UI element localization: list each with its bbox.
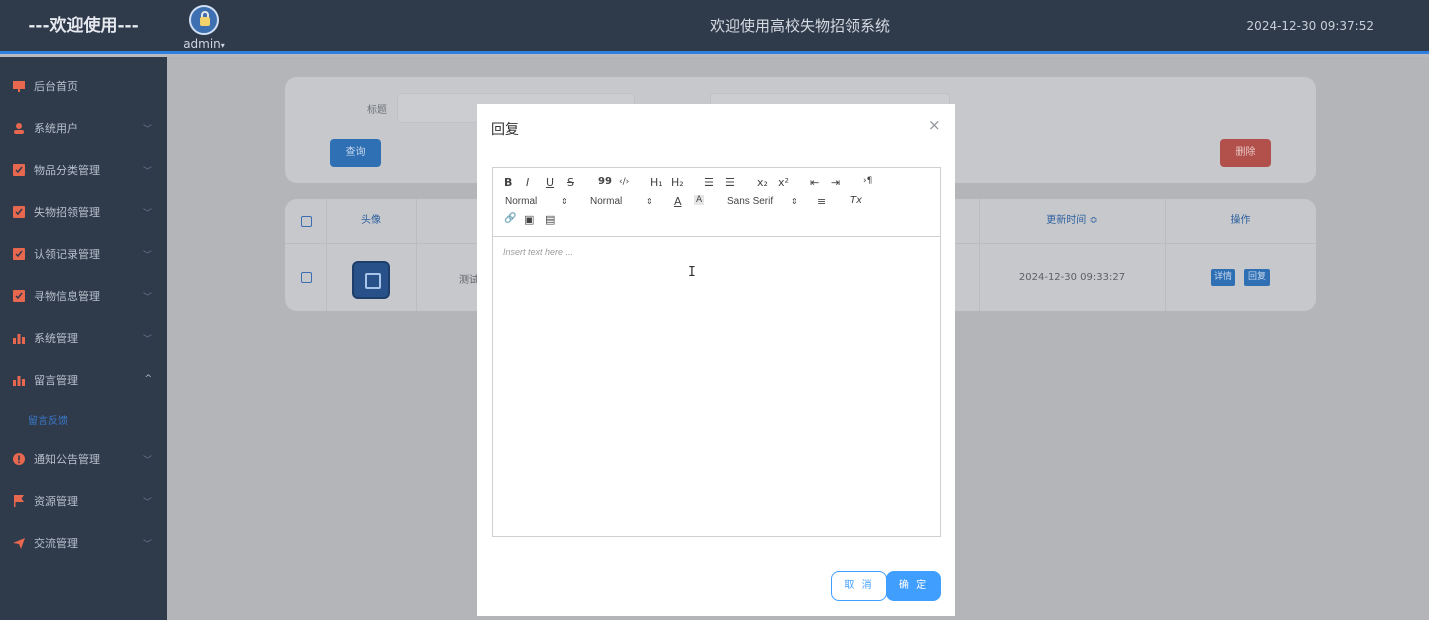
image-button[interactable]: ▣ [524,213,534,226]
reply-button[interactable]: 回复 [1244,269,1270,286]
user-name: admin [183,37,221,51]
row-updated-time: 2024-12-30 09:33:27 [1018,272,1126,283]
sidebar-item-claims[interactable]: 认领记录管理 ﹀ [0,241,167,267]
sidebar-item-resources[interactable]: 资源管理 ﹀ [0,488,167,514]
header-updated-time[interactable]: 更新时间 ≎ [979,199,1165,243]
blockquote-button[interactable]: 99 [598,176,612,187]
video-button[interactable]: ▤ [545,213,555,226]
header-2-button[interactable]: H₂ [671,176,684,189]
bold-button[interactable]: B [504,176,512,189]
editor-content-area[interactable]: Insert text here ... I [493,238,940,536]
user-menu[interactable]: admin▾ [181,5,227,51]
link-button[interactable]: 🔗 [504,213,516,224]
font-size-select[interactable]: Normal [505,196,537,207]
sidebar-item-notices[interactable]: 通知公告管理 ﹀ [0,446,167,472]
underline-button[interactable]: U [546,176,554,189]
text-cursor-icon: I [688,265,696,280]
detail-button[interactable]: 详情 [1211,269,1235,286]
subscript-button[interactable]: x₂ [757,176,768,189]
italic-button[interactable]: I [526,176,529,189]
monitor-icon [13,80,25,92]
editor-placeholder: Insert text here ... [503,247,574,257]
chevron-down-icon: ﹀ [142,498,152,508]
header-actions: 操作 [1230,215,1251,226]
dialog-title: 回复 [491,122,519,138]
header-1-button[interactable]: H₁ [650,176,663,189]
chevron-down-icon: ﹀ [142,293,152,303]
send-icon [13,537,25,549]
row-checkbox[interactable] [301,272,312,283]
chevron-down-icon: ﹀ [142,540,152,550]
chevron-up-icon: ^ [144,374,152,384]
flag-icon [13,495,25,507]
chevron-down-icon: ﹀ [142,209,152,219]
lock-icon [200,17,210,26]
chevron-down-icon: ﹀ [142,125,152,135]
bullet-list-button[interactable]: ☰ [725,176,735,189]
select-caret-icon: ⇕ [791,197,798,206]
bar-chart-icon [13,374,25,386]
top-header: ---欢迎使用--- admin▾ 欢迎使用高校失物招领系统 2024-12-3… [0,0,1429,54]
chevron-down-icon: ﹀ [142,251,152,261]
caret-down-icon: ▾ [220,41,225,50]
current-datetime: 2024-12-30 09:37:52 [1246,19,1374,33]
row-name: 测试 [459,275,479,286]
sidebar-item-messages[interactable]: 留言管理 ^ [0,367,167,393]
font-family-select[interactable]: Sans Serif [727,196,773,207]
row-avatar-image [352,261,390,299]
code-block-button[interactable]: ‹/› [619,177,629,187]
strike-button[interactable]: S [567,176,574,189]
confirm-button[interactable]: 确 定 [886,571,941,601]
checkbox-icon [13,206,25,218]
sidebar-item-dashboard[interactable]: 后台首页 [0,73,167,99]
editor-toolbar: B I U S 99 ‹/› H₁ H₂ ☰ ☰ x₂ x² ⇤ ⇥ ›¶ No… [493,168,940,237]
select-all-checkbox[interactable] [301,216,312,227]
cancel-button[interactable]: 取 消 [831,571,887,601]
outdent-button[interactable]: ⇤ [810,176,819,189]
title-label: 标题 [367,105,387,116]
indent-button[interactable]: ⇥ [831,176,840,189]
background-color-button[interactable]: A [694,195,705,205]
sidebar-item-users[interactable]: 系统用户 ﹀ [0,115,167,141]
alert-icon [13,453,25,465]
clean-format-button[interactable]: Tx [850,195,862,206]
checkbox-icon [13,164,25,176]
checkbox-icon [13,248,25,260]
chevron-down-icon: ﹀ [142,456,152,466]
ordered-list-button[interactable]: ☰ [704,176,714,189]
sidebar: 后台首页 系统用户 ﹀ 物品分类管理 ﹀ 失物招领管理 ﹀ 认领记录管理 ﹀ 寻… [0,57,167,620]
sidebar-item-system[interactable]: 系统管理 ﹀ [0,325,167,351]
superscript-button[interactable]: x² [778,176,789,189]
user-avatar[interactable] [189,5,219,35]
sidebar-item-lost-found[interactable]: 失物招领管理 ﹀ [0,199,167,225]
bar-chart-icon [13,332,25,344]
rich-text-editor: B I U S 99 ‹/› H₁ H₂ ☰ ☰ x₂ x² ⇤ ⇥ ›¶ No… [492,167,941,537]
sidebar-subitem-feedback[interactable]: 留言反馈 [28,412,68,427]
chevron-down-icon: ﹀ [142,167,152,177]
font-color-button[interactable]: A [674,195,682,208]
query-button[interactable]: 查询 [330,139,381,167]
select-caret-icon: ⇕ [561,197,568,206]
sidebar-item-exchange[interactable]: 交流管理 ﹀ [0,530,167,556]
brand-title: ---欢迎使用--- [28,16,139,36]
user-icon [13,122,25,134]
align-button[interactable]: ≡ [817,195,826,208]
chevron-down-icon: ﹀ [142,335,152,345]
checkbox-icon [13,290,25,302]
select-caret-icon: ⇕ [646,197,653,206]
sidebar-item-category[interactable]: 物品分类管理 ﹀ [0,157,167,183]
sidebar-item-search-info[interactable]: 寻物信息管理 ﹀ [0,283,167,309]
header-avatar: 头像 [361,215,381,226]
close-icon[interactable]: × [928,116,941,134]
system-title: 欢迎使用高校失物招领系统 [709,17,890,35]
delete-button[interactable]: 删除 [1220,139,1271,167]
reply-dialog: 回复 × B I U S 99 ‹/› H₁ H₂ ☰ ☰ x₂ x² ⇤ ⇥ … [477,104,955,616]
heading-select[interactable]: Normal [590,196,622,207]
text-direction-button[interactable]: ›¶ [863,176,872,186]
